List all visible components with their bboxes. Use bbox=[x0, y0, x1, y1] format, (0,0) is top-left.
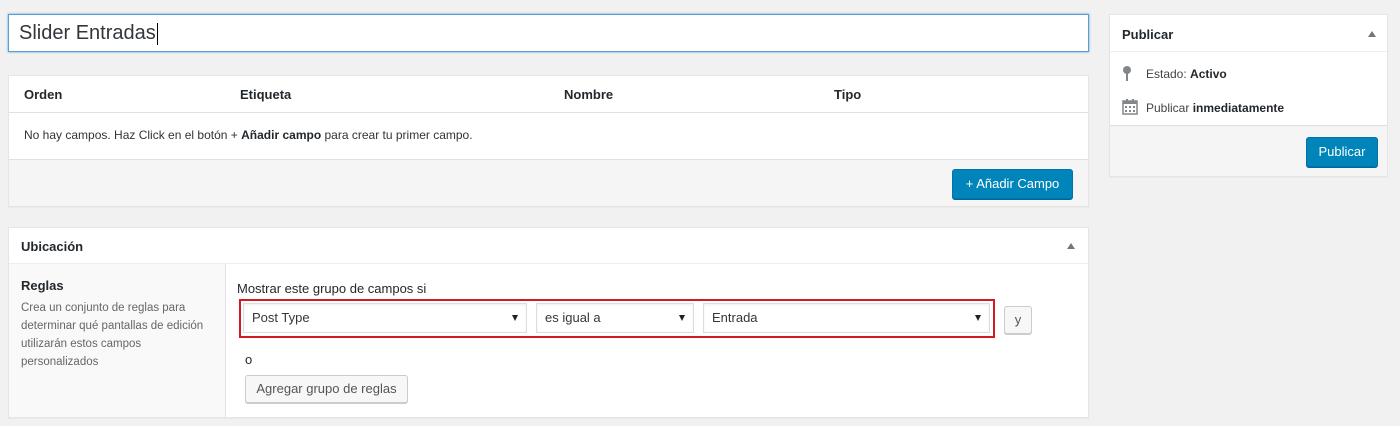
location-panel-header[interactable]: Ubicación bbox=[9, 228, 1088, 264]
dropdown-arrow-icon bbox=[679, 315, 685, 321]
add-rule-group-button[interactable]: Agregar grupo de reglas bbox=[245, 375, 408, 403]
text-caret bbox=[156, 22, 158, 45]
rule-value-select[interactable]: Entrada bbox=[703, 303, 990, 333]
column-header-orden: Orden bbox=[24, 87, 63, 102]
publish-footer: Publicar bbox=[1110, 125, 1387, 176]
collapse-arrow-icon[interactable] bbox=[1368, 31, 1376, 37]
calendar-icon bbox=[1122, 99, 1138, 115]
column-header-etiqueta: Etiqueta bbox=[240, 87, 292, 102]
publish-title: Publicar bbox=[1122, 27, 1174, 42]
publish-panel: Publicar Estado: Activo Publicar inmedia… bbox=[1109, 14, 1388, 177]
publish-panel-header[interactable]: Publicar bbox=[1110, 15, 1387, 52]
location-title: Ubicación bbox=[21, 239, 84, 254]
collapse-arrow-icon[interactable] bbox=[1067, 243, 1075, 249]
rules-editor: Mostrar este grupo de campos si Post Typ… bbox=[237, 264, 1087, 417]
dropdown-arrow-icon bbox=[512, 315, 518, 321]
rules-label: Reglas bbox=[21, 278, 64, 293]
dropdown-arrow-icon bbox=[975, 315, 981, 321]
pin-icon bbox=[1123, 66, 1131, 81]
rules-description: Crea un conjunto de reglas para determin… bbox=[21, 302, 204, 368]
fields-empty-message: No hay campos. Haz Click en el botón + A… bbox=[9, 113, 1088, 160]
column-header-nombre: Nombre bbox=[564, 87, 614, 102]
fields-table-header: Orden Etiqueta Nombre Tipo bbox=[9, 76, 1088, 113]
publish-button[interactable]: Publicar bbox=[1306, 137, 1378, 167]
rule-param-select[interactable]: Post Type bbox=[243, 303, 527, 333]
rule-operator-select[interactable]: es igual a bbox=[536, 303, 694, 333]
or-label: o bbox=[245, 352, 253, 367]
column-header-tipo: Tipo bbox=[834, 87, 862, 102]
show-if-label: Mostrar este grupo de campos si bbox=[237, 281, 427, 296]
publish-schedule-row: Publicar inmediatamente bbox=[1122, 99, 1372, 117]
location-panel: Ubicación Reglas Crea un conjunto de reg… bbox=[8, 227, 1089, 418]
title-input[interactable]: Slider Entradas bbox=[8, 14, 1089, 52]
fields-panel: Orden Etiqueta Nombre Tipo No hay campos… bbox=[8, 75, 1089, 207]
publish-status-row: Estado: Activo bbox=[1122, 65, 1372, 83]
rules-sidebar: Reglas Crea un conjunto de reglas para d… bbox=[9, 264, 226, 417]
add-field-button[interactable]: + Añadir Campo bbox=[952, 169, 1073, 199]
add-and-rule-button[interactable]: y bbox=[1004, 306, 1032, 334]
title-input-value: Slider Entradas bbox=[19, 22, 156, 44]
fields-footer: + Añadir Campo bbox=[9, 160, 1088, 206]
